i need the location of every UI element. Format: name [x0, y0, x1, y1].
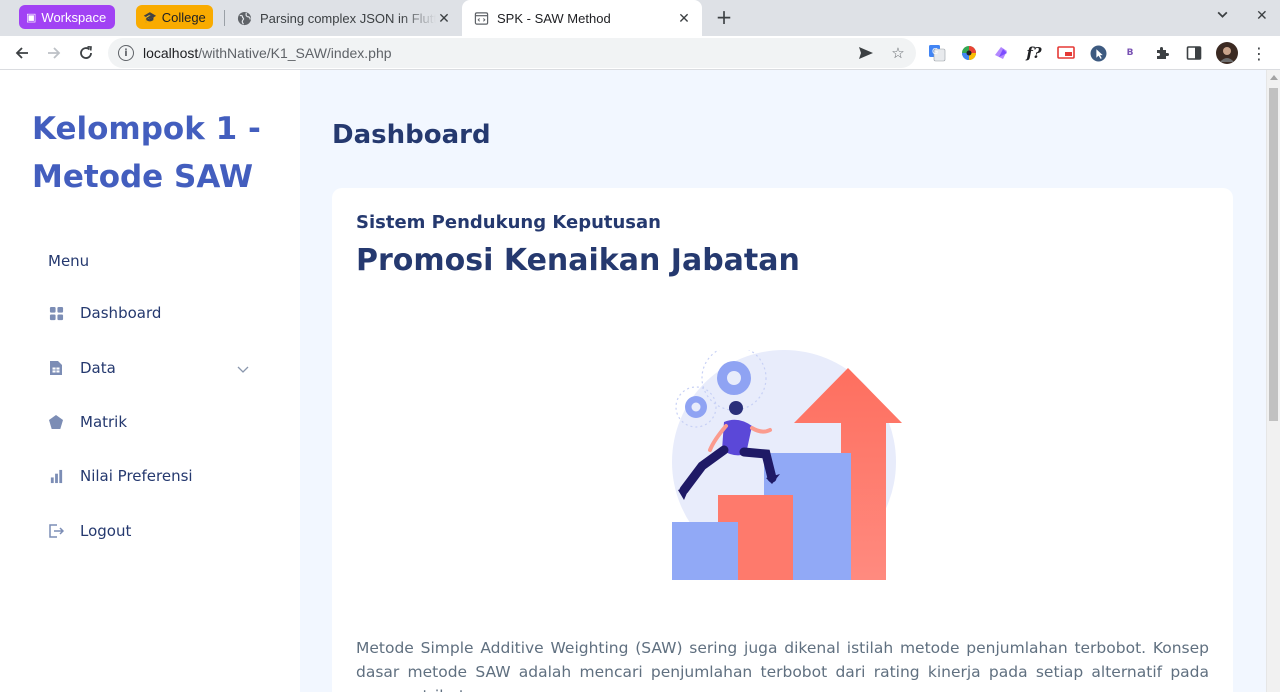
sidebar-item-logout[interactable]: Logout: [32, 511, 268, 551]
sidebar-item-label: Matrik: [80, 413, 128, 431]
close-tab-icon[interactable]: ✕: [676, 10, 692, 26]
new-tab-button[interactable]: +: [713, 5, 735, 29]
address-bar[interactable]: i localhost/withNative/K1_SAW/index.php …: [108, 38, 916, 68]
google-translate-icon[interactable]: G: [928, 44, 946, 62]
page-code-icon: [473, 10, 489, 26]
tab-group-college[interactable]: 🎓 College: [136, 5, 213, 29]
url-text: localhost/withNative/K1_SAW/index.php: [143, 45, 392, 61]
cursor-icon[interactable]: [1089, 44, 1107, 62]
tab-title: Parsing complex JSON in Flutter: [260, 10, 436, 26]
close-tab-icon[interactable]: ✕: [436, 10, 452, 26]
sidebar-item-dashboard[interactable]: Dashboard: [32, 293, 268, 333]
file-spreadsheet-icon: [48, 360, 64, 376]
tab-group-workspace[interactable]: ▣ Workspace: [19, 5, 115, 29]
side-panel-icon[interactable]: [1185, 44, 1203, 62]
tab-spk-saw[interactable]: SPK - SAW Method ✕: [462, 0, 702, 36]
screen-cast-icon[interactable]: [1057, 44, 1075, 62]
logout-icon: [48, 523, 64, 539]
svg-text:G: G: [932, 47, 938, 56]
send-to-device-icon[interactable]: [857, 44, 875, 62]
site-info-icon[interactable]: i: [118, 45, 134, 61]
browser-tab-bar: ▣ Workspace 🎓 College Parsing complex JS…: [0, 0, 1280, 36]
forward-button[interactable]: [42, 41, 66, 65]
bootstrap-icon[interactable]: B: [1121, 44, 1139, 62]
sidebar-item-label: Logout: [80, 522, 132, 540]
sidebar-item-label: Nilai Preferensi: [80, 467, 193, 485]
promotion-illustration: [672, 350, 902, 580]
bookmark-star-icon[interactable]: ☆: [889, 44, 907, 62]
main-content: Dashboard Sistem Pendukung Keputusan Pro…: [300, 70, 1266, 692]
bar-chart-icon: [48, 468, 64, 484]
browser-menu-icon[interactable]: ⋮: [1250, 44, 1268, 63]
sidebar-item-matrik[interactable]: Matrik: [32, 402, 268, 442]
profile-avatar[interactable]: [1216, 42, 1238, 64]
dashboard-card: Sistem Pendukung Keputusan Promosi Kenai…: [332, 188, 1233, 692]
sidebar: Kelompok 1 - Metode SAW Menu Dashboard D…: [0, 70, 300, 692]
menu-title: Menu: [48, 252, 90, 270]
chevron-down-icon[interactable]: [236, 361, 250, 375]
card-description: Metode Simple Additive Weighting (SAW) s…: [356, 639, 1209, 692]
page-viewport: Kelompok 1 - Metode SAW Menu Dashboard D…: [0, 70, 1280, 692]
graduation-cap-icon: 🎓: [143, 11, 157, 24]
sidebar-item-nilai-preferensi[interactable]: Nilai Preferensi: [32, 456, 268, 496]
grid-icon: [48, 305, 64, 321]
page-scrollbar[interactable]: [1266, 70, 1280, 692]
color-wheel-icon[interactable]: [960, 44, 978, 62]
tab-group-label: Workspace: [41, 9, 107, 25]
extension-purple-icon[interactable]: [992, 44, 1010, 62]
browser-toolbar: i localhost/withNative/K1_SAW/index.php …: [0, 36, 1280, 70]
tab-group-label: College: [161, 9, 206, 25]
tab-search-chevron-icon[interactable]: [1216, 8, 1229, 25]
sidebar-item-label: Data: [80, 359, 116, 377]
tab-parsing-json[interactable]: Parsing complex JSON in Flutter ✕: [225, 0, 462, 36]
page-title: Dashboard: [332, 120, 491, 150]
sidebar-item-label: Dashboard: [80, 304, 162, 322]
scrollbar-thumb[interactable]: [1269, 88, 1278, 421]
sidebar-item-data[interactable]: Data: [32, 348, 268, 388]
scroll-up-arrow-icon[interactable]: [1270, 75, 1278, 80]
formula-icon[interactable]: f?: [1025, 44, 1043, 62]
reload-button[interactable]: [74, 41, 98, 65]
globe-icon: [236, 10, 252, 26]
window-close-icon[interactable]: ✕: [1256, 8, 1268, 24]
workspace-icon: ▣: [26, 11, 37, 24]
card-subtitle: Sistem Pendukung Keputusan: [356, 212, 661, 233]
tab-title: SPK - SAW Method: [497, 10, 611, 26]
card-title: Promosi Kenaikan Jabatan: [356, 243, 800, 278]
pentagon-icon: [48, 414, 64, 430]
puzzle-icon[interactable]: [1153, 44, 1171, 62]
brand-title[interactable]: Kelompok 1 - Metode SAW: [32, 105, 282, 201]
back-button[interactable]: [10, 41, 34, 65]
